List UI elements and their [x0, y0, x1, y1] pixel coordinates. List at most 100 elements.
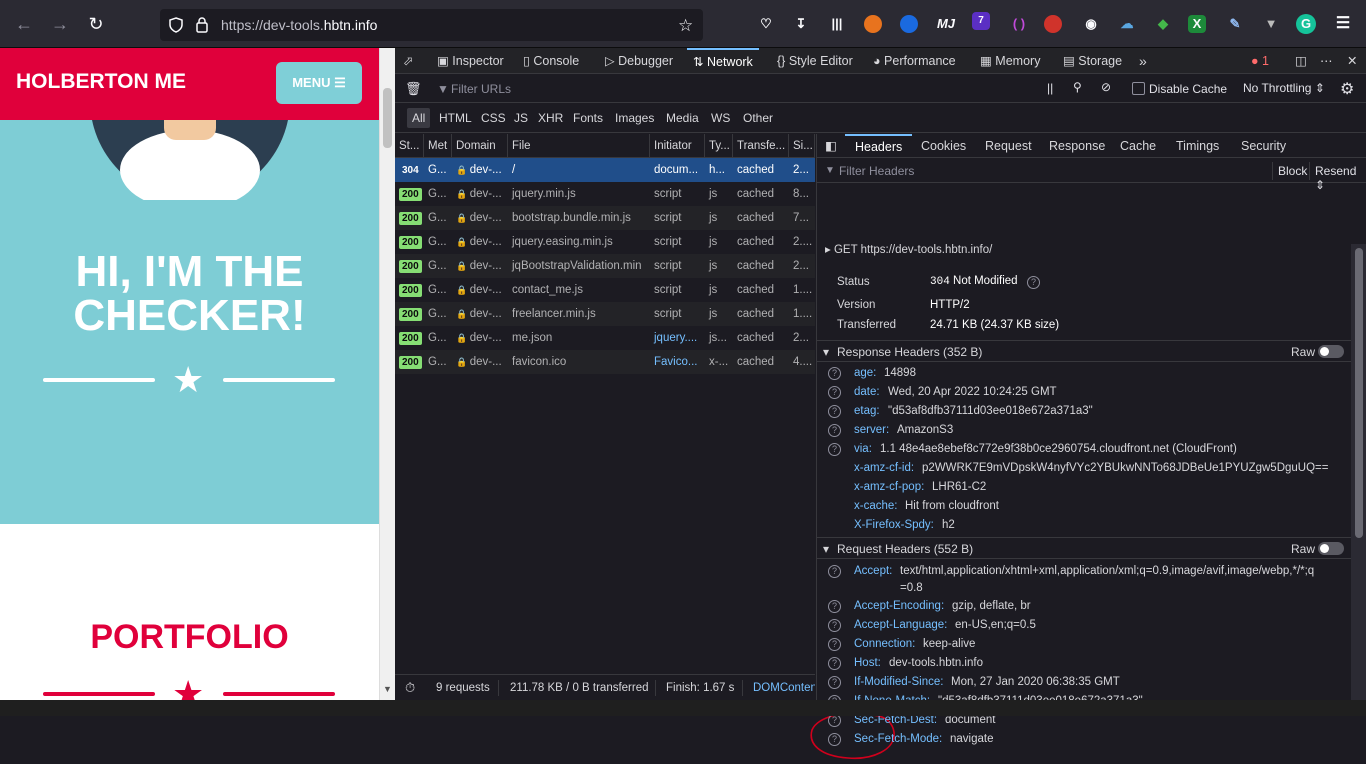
vue-icon[interactable]: ▼ [1260, 13, 1282, 35]
header-row[interactable]: ? If-Modified-Since: Mon, 27 Jan 2020 06:3… [817, 674, 1347, 692]
tab-headers[interactable]: Headers [845, 134, 913, 158]
tab-memory[interactable]: ▦ Memory [980, 48, 1040, 74]
page-scrollbar[interactable]: ▼ [379, 48, 395, 700]
menu-button[interactable]: MENU ☰ [276, 62, 362, 104]
header-row[interactable]: x-amz-cf-id: p2WWRK7E9mVDpskW4nyfVYc2YBUk… [817, 460, 1347, 478]
tab-performance[interactable]: ◕ Performance [873, 48, 956, 74]
error-count[interactable]: ● 1 [1251, 48, 1269, 74]
pause-icon[interactable]: || [1047, 81, 1053, 95]
cell-initiator[interactable]: jquery.... [650, 326, 705, 350]
header-row[interactable]: ? etag: "d53af8dfb37111d03ee018e672a371a3" [817, 403, 1347, 421]
filter-ws[interactable]: WS [711, 111, 730, 125]
block-button[interactable]: Block [1278, 164, 1307, 178]
col-initiator[interactable]: Initiator [650, 134, 705, 158]
extension-icon[interactable] [900, 15, 918, 33]
tab-style-editor[interactable]: {} Style Editor [777, 48, 853, 74]
toggle-sidebar-icon[interactable]: ◧ [825, 134, 837, 158]
disable-cache-checkbox[interactable] [1132, 82, 1145, 95]
header-row[interactable]: ? server: AmazonS3 [817, 422, 1347, 440]
download-icon[interactable]: ↧ [790, 13, 812, 35]
throttling-select[interactable]: No Throttling ⇕ [1243, 81, 1325, 95]
filter-html[interactable]: HTML [439, 111, 472, 125]
close-icon[interactable]: ✕ [1347, 48, 1357, 74]
help-icon[interactable]: ? [828, 565, 841, 578]
header-row[interactable]: ? Accept: text/html,application/xhtml+xml,… [817, 563, 1347, 594]
help-icon[interactable]: ? [828, 657, 841, 670]
raw-toggle[interactable] [1318, 542, 1344, 555]
filter-urls-input[interactable]: Filter URLs [451, 82, 511, 96]
tab-inspector[interactable]: ▣ Inspector [437, 48, 504, 74]
filter-all[interactable]: All [407, 108, 431, 128]
details-scrollbar[interactable] [1351, 244, 1366, 700]
table-row[interactable]: 200 G... 🔒 dev-... bootstrap.bundle.min.js s… [395, 206, 815, 230]
sheets-icon[interactable]: X [1188, 15, 1206, 33]
grammarly-icon[interactable]: G [1296, 14, 1316, 34]
page-scroll-thumb[interactable] [383, 88, 392, 148]
tab-security[interactable]: Security [1241, 134, 1286, 158]
help-icon[interactable]: ? [828, 638, 841, 651]
col-transferred[interactable]: Transfe... [733, 134, 789, 158]
filter-headers-input[interactable]: Filter Headers [839, 164, 914, 178]
raw-toggle[interactable] [1318, 345, 1344, 358]
help-icon[interactable]: ? [828, 424, 841, 437]
cloud-icon[interactable]: ☁ [1116, 13, 1138, 35]
trash-icon[interactable]: 🗑 [405, 81, 422, 97]
back-icon[interactable]: ← [12, 12, 36, 36]
tab-response[interactable]: Response [1049, 134, 1105, 158]
table-row[interactable]: 200 G... 🔒 dev-... contact_me.js script js cac… [395, 278, 815, 302]
help-icon[interactable]: ? [828, 676, 841, 689]
url-bar[interactable]: https://dev-tools.hbtn.info ☆ [160, 9, 703, 41]
col-method[interactable]: Met [424, 134, 452, 158]
header-row[interactable]: ? Sec-Fetch-Mode: navigate [817, 731, 1347, 749]
col-file[interactable]: File [508, 134, 650, 158]
col-domain[interactable]: Domain [452, 134, 508, 158]
extension-icon[interactable]: ◆ [1152, 13, 1174, 35]
tab-cookies[interactable]: Cookies [921, 134, 966, 158]
shield-icon[interactable] [168, 17, 184, 33]
header-row[interactable]: x-amz-cf-pop: LHR61-C2 [817, 479, 1347, 497]
scroll-down-icon[interactable]: ▼ [383, 684, 392, 694]
filter-css[interactable]: CSS [481, 111, 506, 125]
table-row[interactable]: 200 G... 🔒 dev-... me.json jquery.... js... ca… [395, 326, 815, 350]
dock-icon[interactable]: ◫ [1295, 48, 1307, 74]
filter-js[interactable]: JS [514, 111, 528, 125]
header-row[interactable]: ? age: 14898 [817, 365, 1347, 383]
col-type[interactable]: Ty... [705, 134, 733, 158]
filter-xhr[interactable]: XHR [538, 111, 563, 125]
element-picker-icon[interactable]: ⬀ [403, 48, 423, 74]
table-row[interactable]: 200 G... 🔒 dev-... jqBootstrapValidation.mi… [395, 254, 815, 278]
request-headers-section[interactable]: ▾ Request Headers (552 B) Raw [817, 537, 1351, 559]
url-text[interactable]: https://dev-tools.hbtn.info [221, 17, 377, 33]
help-icon[interactable]: ? [1027, 276, 1040, 289]
header-row[interactable]: ? via: 1.1 48e4ae8ebef8c772e9f38b0ce296075… [817, 441, 1347, 459]
filter-images[interactable]: Images [615, 111, 654, 125]
tab-debugger[interactable]: ▷ Debugger [605, 48, 673, 74]
table-row[interactable]: 200 G... 🔒 dev-... favicon.ico Favico... x-..… [395, 350, 815, 374]
table-row[interactable]: 200 G... 🔒 dev-... jquery.easing.min.js scri… [395, 230, 815, 254]
tab-storage[interactable]: ▤ Storage [1063, 48, 1122, 74]
extension-icon[interactable] [1044, 15, 1062, 33]
lock-icon[interactable] [195, 16, 209, 33]
cell-initiator[interactable]: Favico... [650, 350, 705, 374]
options-icon[interactable]: ⋯ [1320, 48, 1333, 74]
help-icon[interactable]: ? [828, 405, 841, 418]
header-row[interactable]: ? date: Wed, 20 Apr 2022 10:24:25 GMT [817, 384, 1347, 402]
extension-mj-icon[interactable]: MJ [935, 13, 957, 35]
extension-badge-icon[interactable]: 7 [972, 12, 990, 30]
settings-gear-icon[interactable]: ⚙ [1340, 79, 1354, 99]
search-icon[interactable]: ⚲ [1073, 80, 1082, 94]
extension-icon[interactable] [864, 15, 882, 33]
tab-network[interactable]: ⇅ Network [687, 48, 759, 74]
details-scroll-thumb[interactable] [1355, 248, 1363, 538]
header-row[interactable]: ? Accept-Encoding: gzip, deflate, br [817, 598, 1347, 616]
reload-timer-icon[interactable]: ⏱ [405, 680, 415, 696]
tab-console[interactable]: ▯ Console [523, 48, 579, 74]
extension-brackets-icon[interactable]: ( ) [1008, 13, 1030, 35]
hamburger-menu-icon[interactable]: ☰ [1332, 13, 1354, 35]
cookie-icon[interactable]: ◉ [1080, 13, 1102, 35]
more-tabs-icon[interactable]: » [1139, 48, 1147, 74]
table-row[interactable]: 200 G... 🔒 dev-... freelancer.min.js script j… [395, 302, 815, 326]
pocket-icon[interactable]: ♡ [755, 13, 777, 35]
help-icon[interactable]: ? [828, 386, 841, 399]
table-row[interactable]: 304 G... 🔒 dev-... / docum... h... cached 2... [395, 158, 815, 182]
